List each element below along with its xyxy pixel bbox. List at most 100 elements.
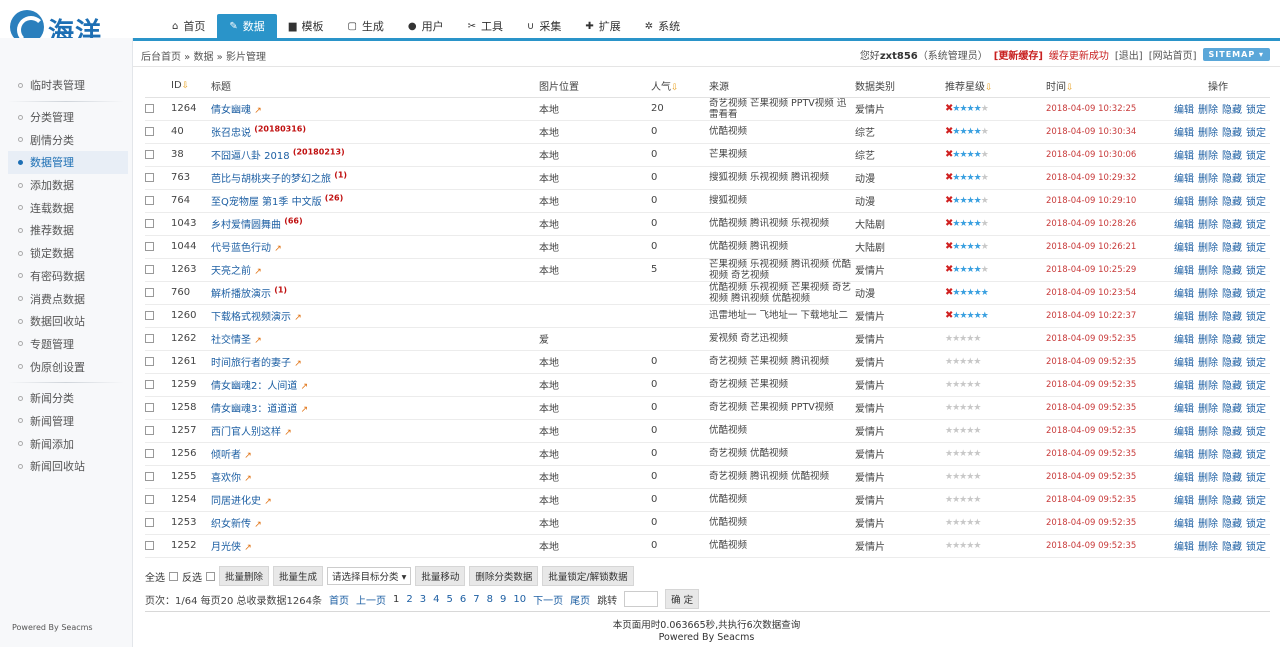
sidebar-item[interactable]: 专题管理 <box>8 333 128 356</box>
title-link[interactable]: 社交情圣 <box>211 335 251 346</box>
star-icon[interactable]: ★ <box>959 265 967 275</box>
delete-link[interactable]: 删除 <box>1198 427 1218 438</box>
edit-link[interactable]: 编辑 <box>1174 266 1194 277</box>
nav-item-4[interactable]: ▢ 生成 <box>335 14 395 38</box>
hide-link[interactable]: 隐藏 <box>1222 151 1242 162</box>
sidebar-item[interactable]: 数据管理 <box>8 151 128 174</box>
star-icon[interactable]: ★ <box>973 334 981 344</box>
star-icon[interactable]: ★ <box>973 403 981 413</box>
sidebar-item[interactable]: 推荐数据 <box>8 219 128 242</box>
page-number-link[interactable]: 4 <box>433 594 439 605</box>
row-checkbox[interactable] <box>145 448 154 458</box>
page-number-link[interactable]: 9 <box>500 594 506 605</box>
page-number-link[interactable]: 1 <box>393 594 399 605</box>
star-icon[interactable]: ★ <box>959 104 967 114</box>
lock-link[interactable]: 锁定 <box>1246 450 1266 461</box>
row-checkbox[interactable] <box>145 540 154 550</box>
star-icon[interactable]: ★ <box>959 127 967 137</box>
hide-link[interactable]: 隐藏 <box>1222 381 1242 392</box>
delete-link[interactable]: 删除 <box>1198 450 1218 461</box>
star-icon[interactable]: ★ <box>967 196 975 206</box>
hide-link[interactable]: 隐藏 <box>1222 243 1242 254</box>
row-checkbox[interactable] <box>145 218 154 228</box>
page-number-link[interactable]: 8 <box>487 594 493 605</box>
prev-page-link[interactable]: 上一页 <box>356 592 386 607</box>
hide-link[interactable]: 隐藏 <box>1222 105 1242 116</box>
star-icon[interactable]: ★ <box>974 150 982 160</box>
hide-link[interactable]: 隐藏 <box>1222 312 1242 323</box>
edit-link[interactable]: 编辑 <box>1174 243 1194 254</box>
lock-link[interactable]: 锁定 <box>1246 473 1266 484</box>
lock-link[interactable]: 锁定 <box>1246 105 1266 116</box>
lock-link[interactable]: 锁定 <box>1246 289 1266 300</box>
row-checkbox[interactable] <box>145 425 154 435</box>
nav-item-8[interactable]: ✚ 扩展 <box>573 14 632 38</box>
delete-link[interactable]: 删除 <box>1198 381 1218 392</box>
star-icon[interactable]: ★ <box>973 449 981 459</box>
batch-lock-button[interactable]: 批量锁定/解锁数据 <box>542 566 634 586</box>
row-checkbox[interactable] <box>145 471 154 481</box>
hide-link[interactable]: 隐藏 <box>1222 542 1242 553</box>
edit-link[interactable]: 编辑 <box>1174 542 1194 553</box>
star-icon[interactable]: ★ <box>981 196 989 206</box>
lock-link[interactable]: 锁定 <box>1246 128 1266 139</box>
col-stars[interactable]: 推荐星级⇩ <box>945 75 1046 98</box>
star-icon[interactable]: ★ <box>974 127 982 137</box>
lock-link[interactable]: 锁定 <box>1246 427 1266 438</box>
nav-item-2[interactable]: ✎ 数据 <box>217 14 277 38</box>
title-link[interactable]: 月光侠 <box>211 542 241 553</box>
row-checkbox[interactable] <box>145 264 154 274</box>
star-icon[interactable]: ★ <box>967 242 975 252</box>
sidebar-item[interactable]: 消费点数据 <box>8 287 128 310</box>
delete-link[interactable]: 删除 <box>1198 128 1218 139</box>
row-checkbox[interactable] <box>145 379 154 389</box>
nav-item-7[interactable]: ∪ 采集 <box>515 14 573 38</box>
last-page-link[interactable]: 尾页 <box>570 592 590 607</box>
logout-link[interactable]: [退出] <box>1115 47 1143 62</box>
star-icon[interactable]: ★ <box>959 150 967 160</box>
first-page-link[interactable]: 首页 <box>329 592 349 607</box>
star-icon[interactable]: ★ <box>973 518 981 528</box>
star-icon[interactable]: ★ <box>959 173 967 183</box>
hide-link[interactable]: 隐藏 <box>1222 220 1242 231</box>
title-link[interactable]: 至Q宠物屋 第1季 中文版 <box>211 197 322 208</box>
edit-link[interactable]: 编辑 <box>1174 220 1194 231</box>
lock-link[interactable]: 锁定 <box>1246 519 1266 530</box>
nav-item-9[interactable]: ✲ 系统 <box>633 14 692 38</box>
star-icon[interactable]: ★ <box>973 472 981 482</box>
next-page-link[interactable]: 下一页 <box>533 592 563 607</box>
sidebar-item[interactable]: 剧情分类 <box>8 128 128 151</box>
title-link[interactable]: 倩女幽魂2：人间道 <box>211 381 297 392</box>
invert-checkbox[interactable] <box>206 571 215 581</box>
star-icon[interactable]: ★ <box>959 288 967 298</box>
star-icon[interactable]: ★ <box>974 288 982 298</box>
hide-link[interactable]: 隐藏 <box>1222 427 1242 438</box>
sidebar-item[interactable]: 连载数据 <box>8 196 128 219</box>
delete-link[interactable]: 删除 <box>1198 174 1218 185</box>
nav-item-1[interactable]: ⌂ 首页 <box>160 14 217 38</box>
star-icon[interactable]: ★ <box>967 265 975 275</box>
star-icon[interactable]: ★ <box>967 150 975 160</box>
hide-link[interactable]: 隐藏 <box>1222 289 1242 300</box>
lock-link[interactable]: 锁定 <box>1246 266 1266 277</box>
row-checkbox[interactable] <box>145 195 154 205</box>
delete-link[interactable]: 删除 <box>1198 151 1218 162</box>
star-icon[interactable]: ★ <box>974 311 982 321</box>
row-checkbox[interactable] <box>145 402 154 412</box>
title-link[interactable]: 倾听者 <box>211 450 241 461</box>
sidebar-item[interactable]: 锁定数据 <box>8 242 128 265</box>
row-checkbox[interactable] <box>145 149 154 159</box>
row-checkbox[interactable] <box>145 103 154 113</box>
edit-link[interactable]: 编辑 <box>1174 289 1194 300</box>
title-link[interactable]: 芭比与胡桃夹子的梦幻之旅 <box>211 174 331 185</box>
delete-category-data-button[interactable]: 删除分类数据 <box>469 566 539 586</box>
lock-link[interactable]: 锁定 <box>1246 381 1266 392</box>
star-icon[interactable]: ★ <box>967 219 975 229</box>
title-link[interactable]: 倩女幽魂 <box>211 105 251 116</box>
jump-page-input[interactable] <box>624 591 659 607</box>
delete-link[interactable]: 删除 <box>1198 519 1218 530</box>
star-icon[interactable]: ★ <box>981 127 989 137</box>
star-icon[interactable]: ★ <box>974 219 982 229</box>
star-icon[interactable]: ★ <box>981 311 989 321</box>
target-category-select[interactable]: 请选择目标分类 ▾ <box>327 567 412 585</box>
